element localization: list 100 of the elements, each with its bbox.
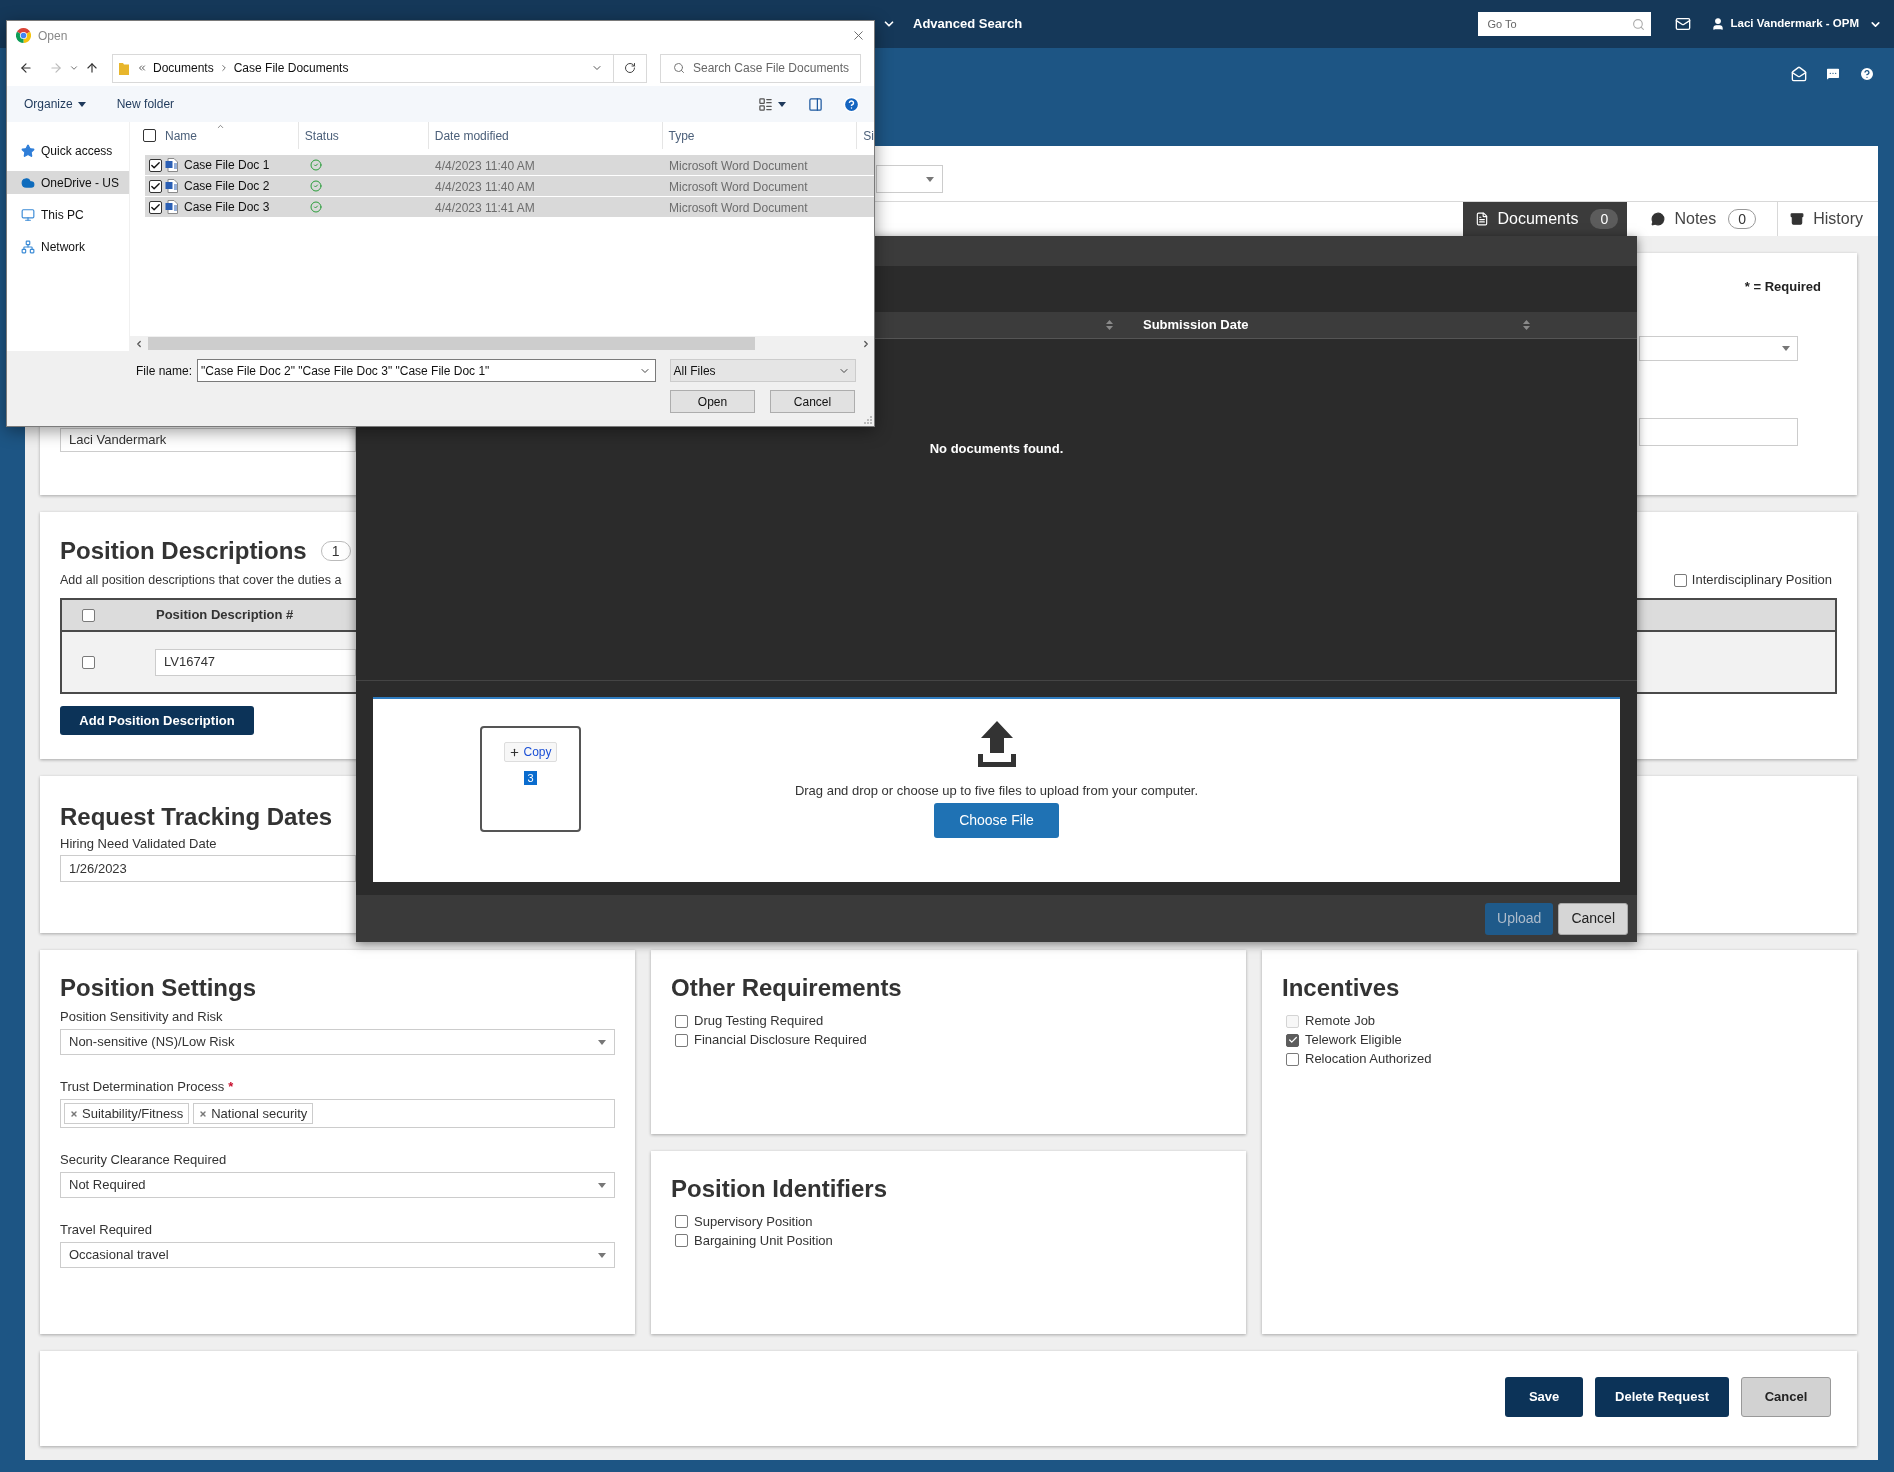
copy-label: Copy	[523, 744, 552, 761]
checkbox[interactable]	[675, 1033, 688, 1047]
select-field[interactable]: Occasional travel	[60, 1242, 615, 1268]
choose-file-button[interactable]: Choose File	[934, 803, 1059, 838]
go-to-search-field[interactable]: Go To	[1477, 12, 1651, 36]
scrollbar-thumb[interactable]	[148, 337, 755, 350]
caret-icon	[926, 176, 934, 182]
add-position-description-button[interactable]: Add Position Description	[60, 706, 254, 735]
count-badge: 0	[1728, 209, 1757, 229]
checkbox[interactable]	[82, 655, 95, 669]
dialog-title: Open	[38, 27, 68, 45]
file-name-field[interactable]: "Case File Doc 2" "Case File Doc 3" "Case File Doc 1"	[197, 359, 656, 382]
checkbox[interactable]	[82, 608, 95, 622]
file-row[interactable]: Case File Doc 3 4/4/2023 11:41 AM Microsoft Word Document	[145, 197, 874, 218]
cloud-icon	[21, 175, 35, 190]
checkbox[interactable]	[675, 1215, 688, 1228]
nav-item[interactable]: This PC	[7, 203, 129, 226]
field-label: Position Sensitivity and Risk	[60, 1009, 223, 1025]
mail-icon[interactable]	[1674, 16, 1691, 32]
checkbox[interactable]	[149, 179, 162, 193]
check-circle-icon	[310, 159, 322, 171]
checkbox[interactable]	[1286, 1033, 1299, 1047]
column-header[interactable]: Name	[165, 126, 197, 145]
sort-icon[interactable]	[1523, 320, 1530, 330]
double-chevron-icon[interactable]	[137, 63, 147, 73]
modal-button[interactable]: Cancel	[1558, 902, 1628, 935]
file-row[interactable]: Case File Doc 1 4/4/2023 11:40 AM Microsoft Word Document	[145, 155, 874, 176]
input-field[interactable]	[1639, 418, 1798, 446]
checkbox[interactable]	[675, 1014, 688, 1028]
column-header[interactable]: Date modified	[434, 126, 509, 145]
checkbox[interactable]	[1673, 573, 1687, 587]
date-field[interactable]: 1/26/2023	[60, 855, 356, 882]
form-button[interactable]: Cancel	[1741, 1377, 1831, 1417]
advanced-search-link[interactable]: Advanced Search	[913, 14, 1023, 34]
checkbox[interactable]	[143, 129, 156, 142]
checkbox-label: Relocation Authorized	[1305, 1051, 1432, 1067]
file-row[interactable]: Case File Doc 2 4/4/2023 11:40 AM Microsoft Word Document	[145, 176, 874, 197]
sort-caret-icon	[216, 122, 225, 131]
drop-zone[interactable]: Drag and drop or choose up to five files to upload from your computer. Choose File Copy 3	[373, 697, 1620, 882]
check-circle-icon	[310, 180, 322, 192]
nav-item[interactable]: Quick access	[7, 139, 129, 162]
checkbox-label: Drug Testing Required	[694, 1013, 824, 1029]
input-field[interactable]: LV16747	[155, 648, 356, 676]
tag[interactable]: Suitability/Fitness	[64, 1103, 190, 1124]
section-title: Request Tracking Dates	[60, 802, 333, 832]
address-bar[interactable]: Documents Case File Documents	[112, 53, 647, 83]
dropdown-field[interactable]	[1639, 336, 1798, 361]
search-field[interactable]: Search Case File Documents	[660, 53, 861, 83]
select-field[interactable]: Not Required	[60, 1172, 615, 1198]
breadcrumb-link[interactable]: Case File Documents	[233, 59, 349, 77]
caret-icon[interactable]	[778, 101, 786, 107]
resize-grip-icon[interactable]	[864, 416, 872, 424]
close-icon[interactable]	[851, 28, 866, 43]
view-list-icon[interactable]	[758, 96, 773, 112]
column-header[interactable]: Status	[304, 126, 339, 145]
dialog-button[interactable]: Open	[670, 390, 755, 413]
modified-date: 4/4/2023 11:40 AM	[435, 180, 535, 194]
form-button[interactable]: Delete Request	[1595, 1377, 1729, 1417]
preview-pane-icon[interactable]	[808, 96, 823, 112]
column-header[interactable]: Type	[668, 126, 695, 145]
tab[interactable]: Documents 0	[1462, 202, 1628, 236]
tags-field[interactable]: Suitability/Fitness National security	[60, 1099, 615, 1128]
column-header[interactable]: Submission Date	[1143, 315, 1249, 335]
dropdown-field[interactable]	[876, 165, 943, 193]
help-icon[interactable]	[1859, 66, 1875, 82]
column-header[interactable]: Si	[863, 126, 874, 145]
select-field[interactable]: Non-sensitive (NS)/Low Risk	[60, 1029, 615, 1055]
section-title: Other Requirements	[671, 973, 902, 1003]
file-type-dropdown[interactable]: All Files	[669, 359, 856, 382]
chevron-right-icon[interactable]	[861, 338, 871, 349]
checkbox[interactable]	[149, 158, 162, 172]
caret-icon	[598, 1252, 606, 1258]
file-name: Case File Doc 3	[184, 199, 270, 216]
checkbox-label: Supervisory Position	[694, 1213, 813, 1230]
nav-item[interactable]: OneDrive - US	[7, 171, 129, 194]
user-name[interactable]: Laci Vandermark - OPM	[1730, 15, 1859, 33]
remove-icon[interactable]	[199, 1109, 208, 1118]
monitor-icon	[21, 207, 35, 222]
form-button[interactable]: Save	[1505, 1377, 1584, 1417]
tag[interactable]: National security	[193, 1103, 314, 1124]
search-icon[interactable]	[1631, 17, 1645, 31]
toolbar-button[interactable]: New folder	[116, 95, 175, 113]
checkbox[interactable]	[675, 1234, 688, 1247]
checkbox[interactable]	[149, 200, 162, 214]
dialog-button[interactable]: Cancel	[770, 390, 855, 413]
breadcrumb-link[interactable]: Documents	[153, 59, 214, 77]
network-icon	[21, 239, 35, 254]
toolbar-button[interactable]: Organize	[24, 95, 86, 113]
open-envelope-icon[interactable]	[1791, 66, 1807, 82]
remove-icon[interactable]	[70, 1109, 78, 1118]
file-type: Microsoft Word Document	[669, 159, 808, 173]
chat-bubble-icon[interactable]	[1825, 66, 1841, 82]
checkbox[interactable]	[1286, 1052, 1299, 1066]
name-field[interactable]: Laci Vandermark	[60, 428, 356, 452]
modified-date: 4/4/2023 11:40 AM	[435, 159, 535, 173]
count-badge: 0	[1590, 209, 1619, 229]
nav-item[interactable]: Network	[7, 235, 129, 258]
sort-icon[interactable]	[1106, 320, 1113, 330]
field-label: Hiring Need Validated Date	[60, 836, 217, 852]
chevron-left-icon[interactable]	[134, 338, 144, 349]
